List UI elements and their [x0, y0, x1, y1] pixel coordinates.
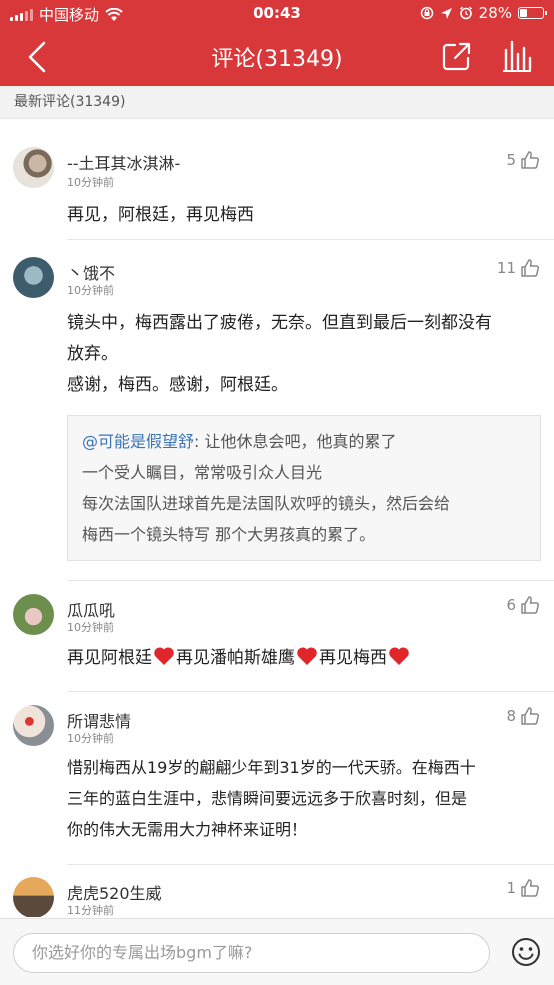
username[interactable]: 虎虎520生威 [67, 880, 162, 904]
quote-line: 梅西一个镜头特写 那个大男孩真的累了。 [82, 525, 376, 544]
like-button[interactable]: 1 [506, 878, 540, 898]
username[interactable]: 瓜瓜吼 [67, 597, 115, 621]
comment-segment: 再见阿根廷 [67, 648, 152, 668]
comment-feed[interactable]: --土耳其冰淇淋- 10分钟前 5 再见，阿根廷，再见梅西 丶饿不 10分钟前 … [0, 120, 554, 917]
comment-line: 惜别梅西从19岁的翩翩少年到31岁的一代天骄。在梅西十 [67, 758, 476, 777]
username[interactable]: --土耳其冰淇淋- [67, 150, 180, 174]
avatar[interactable] [13, 705, 54, 746]
comment-line: 你的伟大无需用大力神杯来证明！ [67, 820, 308, 839]
comment-item: 瓜瓜吼 10分钟前 6 再见阿根廷 再见潘帕斯雄鹰 再见梅西 [0, 581, 554, 691]
quote-line: 每次法国队进球首先是法国队欢呼的镜头，然后会给 [82, 494, 451, 513]
comment-text: 惜别梅西从19岁的翩翩少年到31岁的一代天骄。在梅西十 三年的蓝白生涯中，悲情瞬… [67, 752, 541, 845]
status-bar: 中国移动 00:43 28% [0, 0, 554, 28]
comment-time: 11分钟前 [67, 904, 114, 917]
navigation-bar: 评论(31349) [0, 28, 554, 86]
comment-text: 再见阿根廷 再见潘帕斯雄鹰 再见梅西 [67, 643, 541, 674]
avatar[interactable] [13, 594, 54, 635]
like-button[interactable]: 6 [506, 595, 540, 615]
comment-item: 丶饿不 10分钟前 11 镜头中，梅西露出了疲倦，无奈。但直到最后一刻都没有 放… [0, 240, 554, 580]
heart-icon [297, 647, 317, 665]
username[interactable]: 所谓悲情 [67, 708, 131, 732]
comment-line: 镜头中，梅西露出了疲倦，无奈。但直到最后一刻都没有 [67, 313, 492, 333]
thumbs-up-icon [521, 151, 540, 169]
thumbs-up-icon [521, 707, 540, 725]
thumbs-up-icon [521, 259, 540, 277]
mention-link[interactable]: @可能是假望舒 [82, 432, 194, 451]
comment-item: 所谓悲情 10分钟前 8 惜别梅西从19岁的翩翩少年到31岁的一代天骄。在梅西十… [0, 692, 554, 864]
quote-text: : 让他休息会吧，他真的累了 [194, 432, 397, 451]
comment-line: 三年的蓝白生涯中，悲情瞬间要远远多于欣喜时刻，但是 [67, 789, 468, 808]
like-count: 6 [506, 596, 516, 614]
avatar[interactable] [13, 257, 54, 298]
thumbs-up-icon [521, 879, 540, 897]
comment-line: 放弃。 [67, 344, 118, 364]
orientation-lock-icon [420, 6, 433, 20]
avatar[interactable] [13, 877, 54, 917]
battery-percent: 28% [478, 4, 512, 22]
comment-input[interactable]: 你选好你的专属出场bgm了嘛? [13, 933, 490, 973]
comment-text: 再见，阿根廷，再见梅西 [67, 205, 254, 225]
heart-icon [154, 647, 174, 665]
like-button[interactable]: 11 [497, 258, 540, 278]
comment-line: 感谢，梅西。感谢，阿根廷。 [67, 375, 288, 395]
comment-text: 镜头中，梅西露出了疲倦，无奈。但直到最后一刻都没有 放弃。 感谢，梅西。感谢，阿… [67, 308, 541, 401]
avatar[interactable] [13, 147, 54, 188]
like-button[interactable]: 5 [506, 150, 540, 170]
comment-time: 10分钟前 [67, 284, 114, 297]
top-bar: 中国移动 00:43 28% 评论(31349) [0, 0, 554, 86]
comment-segment: 再见梅西 [319, 648, 387, 668]
heart-icon [389, 647, 409, 665]
like-count: 11 [496, 259, 516, 277]
like-button[interactable]: 8 [506, 706, 540, 726]
latest-comments-header: 最新评论(31349) [0, 86, 554, 119]
quote-line: 一个受人瞩目，常常吸引众人目光 [82, 463, 323, 482]
battery-icon [518, 7, 547, 19]
quote-line: @可能是假望舒: 让他休息会吧，他真的累了 [82, 426, 526, 457]
comment-item: --土耳其冰淇淋- 10分钟前 5 再见，阿根廷，再见梅西 [0, 120, 554, 228]
username[interactable]: 丶饿不 [67, 260, 115, 284]
alarm-icon [459, 6, 472, 20]
emoji-icon[interactable] [511, 937, 541, 967]
quoted-reply[interactable]: @可能是假望舒: 让他休息会吧，他真的累了 一个受人瞩目，常常吸引众人目光 每次… [67, 415, 541, 561]
comment-segment: 再见潘帕斯雄鹰 [176, 648, 295, 668]
comment-time: 10分钟前 [67, 732, 114, 745]
location-icon [440, 7, 452, 19]
like-count: 1 [506, 879, 516, 897]
bar-chart-icon[interactable] [500, 40, 534, 72]
comment-input-bar: 你选好你的专属出场bgm了嘛? [0, 918, 554, 985]
share-icon[interactable] [442, 41, 472, 71]
like-count: 8 [506, 707, 516, 725]
comment-time: 10分钟前 [67, 176, 114, 189]
like-count: 5 [506, 151, 516, 169]
comment-item: 虎虎520生威 11分钟前 1 [0, 865, 554, 917]
comment-time: 10分钟前 [67, 621, 114, 634]
thumbs-up-icon [521, 596, 540, 614]
